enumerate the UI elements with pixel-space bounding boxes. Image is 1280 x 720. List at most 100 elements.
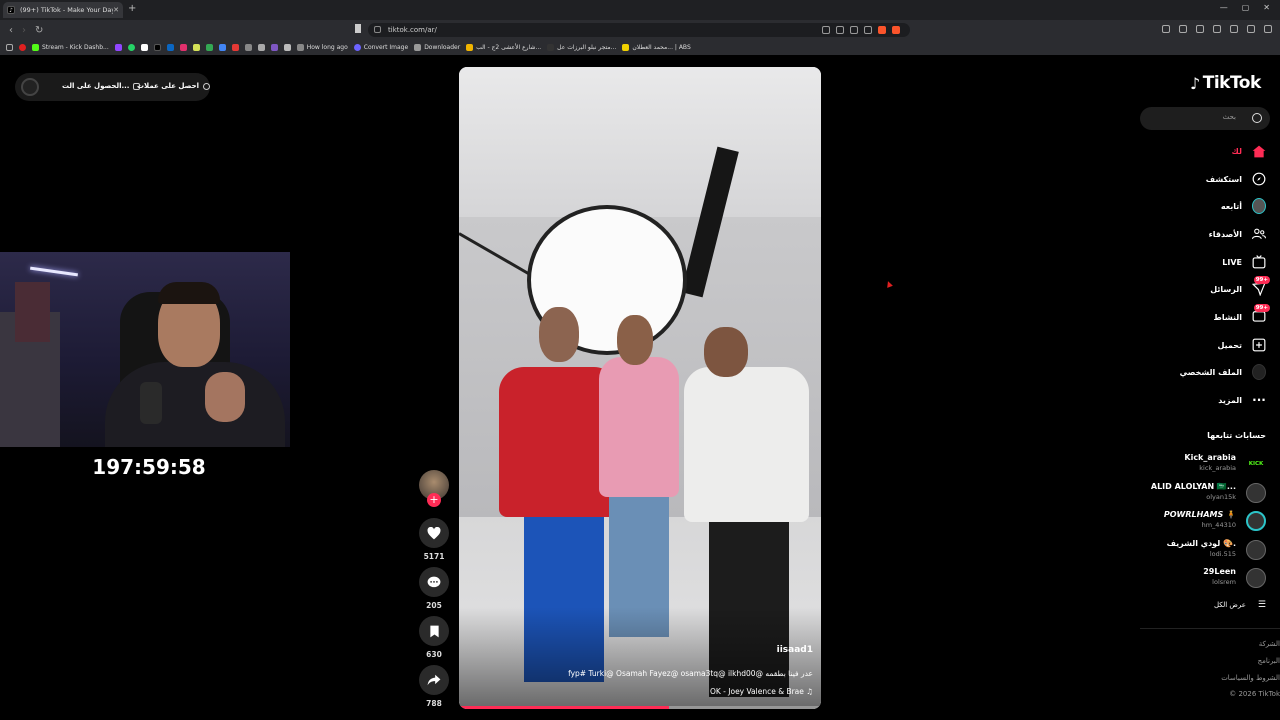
tiktok-icon[interactable] — [153, 44, 161, 51]
share-arrow-icon — [427, 674, 441, 686]
bookmark-icon[interactable] — [244, 44, 252, 51]
forward-icon[interactable]: › — [22, 25, 26, 36]
following-account[interactable]: 𝙋𝙊𝙒𝙍𝙇𝙃𝘼𝙈𝙎 🧍 hm_44310 — [1126, 508, 1266, 534]
tab-close-icon[interactable]: ✕ — [113, 6, 119, 14]
apps-icon[interactable] — [6, 44, 13, 51]
instagram-icon[interactable] — [179, 44, 187, 51]
translate-icon[interactable] — [822, 26, 830, 34]
follow-plus-icon[interactable]: + — [427, 493, 441, 507]
brave-shields-icon[interactable] — [878, 26, 886, 34]
new-tab-icon[interactable]: + — [128, 3, 136, 14]
compass-icon — [1252, 172, 1266, 186]
tiktok-logo[interactable]: ♪ TikTok — [1190, 73, 1261, 93]
mouse-cursor — [885, 280, 893, 288]
nav-following[interactable]: أتابعه — [1146, 196, 1266, 216]
profile-menu-icon[interactable] — [1247, 25, 1255, 33]
window-close-icon[interactable]: ✕ — [1263, 3, 1270, 12]
bookmark-item[interactable]: Stream - Kick Dashb... — [32, 44, 109, 51]
x-icon[interactable] — [140, 44, 148, 51]
bookmark-item[interactable]: متجر نبلو البرزات عل... — [547, 44, 616, 51]
tiktok-logo-text: TikTok — [1202, 73, 1262, 93]
bookmark-item[interactable]: How long ago — [296, 44, 348, 51]
search-input[interactable]: بحث — [1140, 107, 1270, 130]
bookmark-item[interactable]: Convert Image — [353, 44, 408, 51]
nav-profile[interactable]: الملف الشخصي — [1146, 362, 1266, 382]
link-icon[interactable] — [166, 44, 174, 51]
messages-badge: 99+ — [1253, 276, 1270, 284]
avatar[interactable] — [21, 78, 39, 96]
brave-rewards-icon[interactable] — [892, 26, 900, 34]
comment-button[interactable] — [419, 567, 449, 597]
clock-icon — [296, 44, 304, 51]
nav-more[interactable]: المزيد ··· — [1146, 390, 1266, 410]
following-account[interactable]: لودي الشريف 🎨. lodi.515 — [1126, 537, 1266, 563]
bookmark-item[interactable]: Downloader — [414, 44, 460, 51]
video-username[interactable]: iisaad1 — [777, 645, 813, 655]
nav-activity[interactable]: النشاط 99+ — [1146, 304, 1270, 327]
bookmark-icon[interactable] — [270, 44, 278, 51]
nav-for-you[interactable]: لك — [1146, 141, 1266, 161]
vpn-icon[interactable] — [1230, 25, 1238, 33]
upload-icon — [1252, 338, 1266, 352]
search-icon[interactable] — [1252, 113, 1262, 123]
nav-messages[interactable]: الرسائل 99+ — [1146, 276, 1270, 299]
share-icon[interactable] — [864, 26, 872, 34]
get-coins-button[interactable]: احصل على عملات — [137, 82, 211, 90]
nav-upload[interactable]: تحميل — [1146, 335, 1266, 355]
back-icon[interactable]: ‹ — [9, 25, 13, 36]
menu-icon[interactable] — [1264, 25, 1272, 33]
like-button[interactable] — [419, 518, 449, 548]
activity-icon: 99+ — [1252, 304, 1270, 324]
footer-company-link[interactable]: الشركة — [1259, 640, 1280, 648]
heart-icon — [427, 526, 441, 539]
following-account[interactable]: KICK Kick_arabia kick_arabia — [1126, 451, 1266, 477]
maximize-icon[interactable]: ▢ — [1242, 3, 1250, 12]
like-count: 5171 — [423, 552, 445, 561]
wallet-icon[interactable] — [1213, 25, 1221, 33]
get-coins-bar: الحصول على الت... احصل على عملات — [15, 73, 211, 101]
footer-program-link[interactable]: البرنامج — [1258, 657, 1280, 665]
comment-count: 205 — [426, 601, 442, 610]
site-info-icon[interactable] — [374, 26, 381, 33]
bookmark-icon[interactable] — [283, 44, 291, 51]
following-account[interactable]: 29Leen lolsrem — [1126, 565, 1266, 591]
nav-explore[interactable]: استكشف — [1146, 169, 1266, 189]
following-account[interactable]: ALID ALOLYAN 🇸🇦... olyan15k — [1126, 480, 1266, 506]
browser-tab-bar: ♪ (99+) TikTok - Make Your Day ✕ + — ▢ ✕ — [0, 0, 1280, 20]
footer-terms-link[interactable]: الشروط والسياسات — [1221, 674, 1280, 682]
minimize-icon[interactable]: — — [1220, 3, 1228, 12]
get-app-button[interactable]: الحصول على الت... — [62, 82, 141, 90]
extensions-icon[interactable] — [1162, 25, 1170, 33]
bookmark-icon[interactable] — [192, 44, 200, 51]
sidebar-icon[interactable] — [1179, 25, 1187, 33]
see-all-button[interactable]: عرض الكل ☰ — [1214, 600, 1266, 610]
cast-icon[interactable] — [850, 26, 858, 34]
bookmark-icon[interactable] — [205, 44, 213, 51]
home-icon — [1252, 144, 1266, 158]
nav-friends[interactable]: الأصدقاء — [1146, 224, 1266, 244]
video-progress-bar[interactable] — [459, 706, 821, 709]
twitch-icon[interactable] — [114, 44, 122, 51]
save-button[interactable] — [419, 616, 449, 646]
bookmark-item[interactable]: محمد العطلان... | ABS — [622, 44, 691, 51]
address-bar[interactable]: tiktok.com/ar/ — [368, 23, 910, 37]
nav-live[interactable]: LIVE — [1146, 252, 1266, 272]
bookmark-icon[interactable] — [19, 44, 26, 51]
reload-icon[interactable]: ↻ — [35, 25, 43, 36]
zoom-icon[interactable] — [836, 26, 844, 34]
list-icon: ☰ — [1257, 600, 1266, 610]
get-app-label: الحصول على الت... — [62, 82, 130, 90]
bookmark-icon[interactable] — [257, 44, 265, 51]
bookmark-icon[interactable] — [231, 44, 239, 51]
bookmark-icon[interactable] — [218, 44, 226, 51]
bookmark-page-icon[interactable] — [355, 24, 361, 33]
bookmark-item[interactable]: شارع الأعشى 2ج - الب... — [466, 44, 541, 51]
media-icon[interactable] — [1196, 25, 1204, 33]
streamer-hand — [205, 372, 245, 422]
whatsapp-icon[interactable] — [127, 44, 135, 51]
video-player[interactable]: iisaad1 fyp# Turki@ Osamah Fayez@ osama3… — [459, 67, 821, 709]
activity-badge: 99+ — [1253, 304, 1270, 312]
share-button[interactable] — [419, 665, 449, 695]
browser-tab[interactable]: ♪ (99+) TikTok - Make Your Day ✕ — [3, 2, 123, 18]
video-music[interactable]: OK - Joey Valence & Brae ♫ — [710, 687, 813, 696]
